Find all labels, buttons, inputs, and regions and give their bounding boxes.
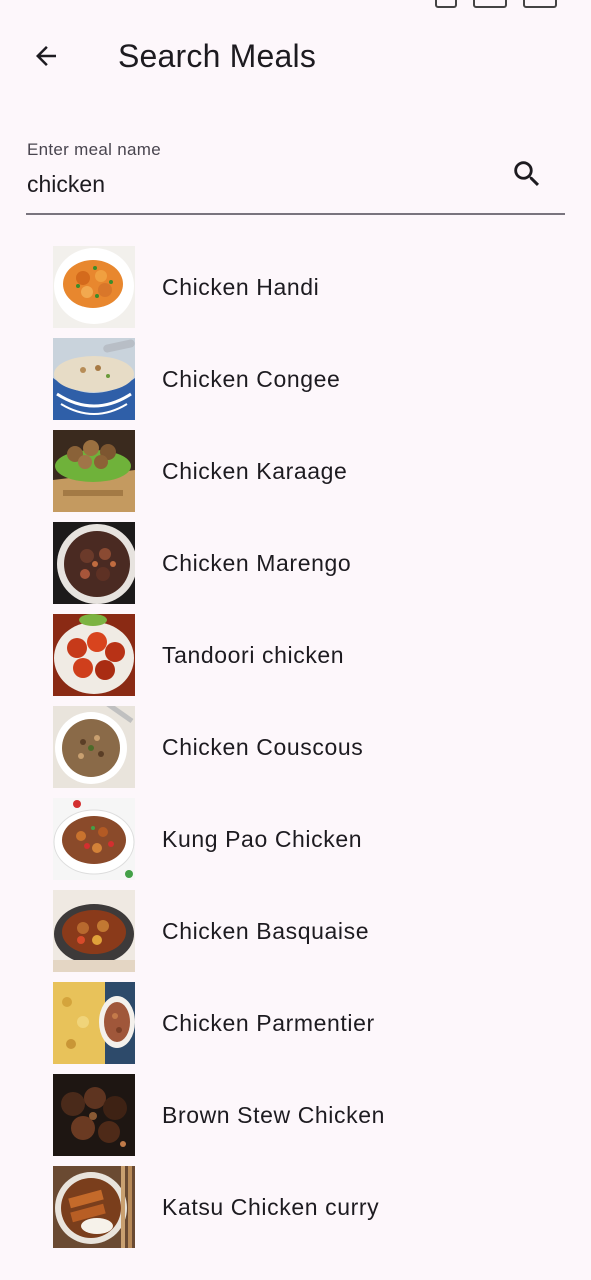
meal-item-chicken-congee[interactable]: Chicken Congee [0,333,591,425]
meal-name: Tandoori chicken [162,642,345,668]
search-button[interactable] [505,152,549,196]
meal-name: Chicken Karaage [162,458,348,484]
meal-item-chicken-couscous[interactable]: Chicken Couscous [0,701,591,793]
meal-thumbnail [53,522,135,604]
meal-thumbnail [53,614,135,696]
status-icons [435,0,557,8]
food-image-icon [53,706,135,788]
food-image-icon [53,522,135,604]
meal-item-kung-pao-chicken[interactable]: Kung Pao Chicken [0,793,591,885]
search-label: Enter meal name [27,140,161,159]
app-bar: Search Meals [0,24,591,88]
meal-name: Kung Pao Chicken [162,826,363,852]
meal-thumbnail [53,338,135,420]
page-title: Search Meals [118,38,317,74]
meal-thumbnail [53,246,135,328]
search-icon [514,161,540,187]
back-button[interactable] [22,34,70,78]
meal-name: Katsu Chicken curry [162,1194,380,1220]
food-image-icon [53,798,135,880]
battery-icon [523,0,557,8]
search-underline [26,213,565,215]
food-image-icon [53,430,135,512]
food-image-icon [53,1074,135,1156]
status-bar [0,0,591,8]
signal-icon [435,0,457,8]
arrow-back-icon [36,46,56,66]
meal-name: Chicken Handi [162,274,320,300]
food-image-icon [53,338,135,420]
meal-thumbnail [53,430,135,512]
meal-thumbnail [53,706,135,788]
food-image-icon [53,1166,135,1248]
meal-item-chicken-marengo[interactable]: Chicken Marengo [0,517,591,609]
food-image-icon [53,246,135,328]
meal-name: Chicken Marengo [162,550,352,576]
meal-thumbnail [53,1074,135,1156]
meal-name: Chicken Parmentier [162,1010,375,1036]
wifi-icon [473,0,507,8]
food-image-icon [53,614,135,696]
food-image-icon [53,982,135,1064]
meal-list: Chicken Handi Chicken Congee Chicken Kar… [0,241,591,1253]
meal-thumbnail [53,1166,135,1248]
meal-thumbnail [53,982,135,1064]
meal-name: Brown Stew Chicken [162,1102,385,1128]
meal-item-tandoori-chicken[interactable]: Tandoori chicken [0,609,591,701]
meal-item-chicken-handi[interactable]: Chicken Handi [0,241,591,333]
search-field[interactable]: Enter meal name [26,132,565,216]
meal-item-chicken-karaage[interactable]: Chicken Karaage [0,425,591,517]
meal-name: Chicken Congee [162,366,341,392]
meal-thumbnail [53,890,135,972]
meal-thumbnail [53,798,135,880]
meal-item-chicken-parmentier[interactable]: Chicken Parmentier [0,977,591,1069]
meal-name: Chicken Couscous [162,734,364,760]
meal-name: Chicken Basquaise [162,918,370,944]
meal-item-chicken-basquaise[interactable]: Chicken Basquaise [0,885,591,977]
meal-item-katsu-chicken-curry[interactable]: Katsu Chicken curry [0,1161,591,1253]
meal-item-brown-stew-chicken[interactable]: Brown Stew Chicken [0,1069,591,1161]
search-input[interactable] [26,168,487,200]
food-image-icon [53,890,135,972]
